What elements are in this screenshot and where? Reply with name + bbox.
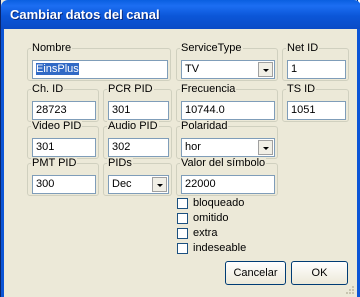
pmt-pid-value: 300 <box>36 178 55 190</box>
ch-id-value: 28723 <box>36 104 67 116</box>
valor-simbolo-group: Valor del símbolo 22000 <box>176 157 278 196</box>
frecuencia-label: Frecuencia <box>180 83 237 96</box>
window-title: Cambiar datos del canal <box>10 7 160 22</box>
valor-simbolo-value: 22000 <box>185 178 216 190</box>
net-id-group: Net ID 1 <box>282 42 349 81</box>
checkbox-box[interactable] <box>177 243 188 254</box>
service-type-label: ServiceType <box>180 42 243 55</box>
dialog-body: Nombre EinsPlus ServiceType TV Net ID 1 … <box>4 29 357 297</box>
pids-value: Dec <box>112 178 132 190</box>
polaridad-group: Polaridad hor <box>176 120 278 159</box>
polaridad-value: hor <box>185 141 201 153</box>
video-pid-group: Video PID 301 <box>27 120 99 159</box>
checkbox-label: bloqueado <box>193 197 245 209</box>
service-type-group: ServiceType TV <box>176 42 278 81</box>
ch-id-input[interactable]: 28723 <box>32 101 96 120</box>
pmt-pid-label: PMT PID <box>31 157 78 170</box>
pids-label: PIDs <box>107 157 133 170</box>
title-bar[interactable]: Cambiar datos del canal <box>1 0 360 29</box>
net-id-input[interactable]: 1 <box>287 60 346 79</box>
service-type-value: TV <box>185 63 200 75</box>
ch-id-label: Ch. ID <box>31 83 65 96</box>
audio-pid-input[interactable]: 302 <box>108 138 169 157</box>
valor-simbolo-label: Valor del símbolo <box>180 157 267 170</box>
polaridad-select[interactable]: hor <box>181 138 275 157</box>
ts-id-value: 1051 <box>291 104 316 116</box>
dialog-window: Cambiar datos del canal Nombre EinsPlus … <box>0 0 360 297</box>
pcr-pid-value: 301 <box>112 104 131 116</box>
checkbox-box[interactable] <box>177 228 188 239</box>
ts-id-label: TS ID <box>286 83 317 96</box>
pmt-pid-input[interactable]: 300 <box>32 175 96 194</box>
checkbox-label: omitido <box>193 212 229 224</box>
pids-group: PIDs Dec <box>103 157 172 196</box>
nombre-group: Nombre EinsPlus <box>27 42 171 81</box>
nombre-label: Nombre <box>31 42 73 55</box>
ch-id-group: Ch. ID 28723 <box>27 83 99 122</box>
checkbox-box[interactable] <box>177 213 188 224</box>
polaridad-label: Polaridad <box>180 120 229 133</box>
chevron-down-icon[interactable] <box>258 62 273 77</box>
service-type-select[interactable]: TV <box>181 60 275 79</box>
audio-pid-label: Audio PID <box>107 120 159 133</box>
frecuencia-value: 10744.0 <box>185 104 225 116</box>
net-id-value: 1 <box>291 63 298 75</box>
resize-grip-icon[interactable] <box>344 284 354 294</box>
valor-simbolo-input[interactable]: 22000 <box>181 175 275 194</box>
pcr-pid-input[interactable]: 301 <box>108 101 169 120</box>
ts-id-group: TS ID 1051 <box>282 83 349 122</box>
net-id-label: Net ID <box>286 42 320 55</box>
frecuencia-group: Frecuencia 10744.0 <box>176 83 278 122</box>
video-pid-value: 301 <box>36 141 55 153</box>
audio-pid-group: Audio PID 302 <box>103 120 172 159</box>
audio-pid-value: 302 <box>112 141 131 153</box>
checkbox-label: extra <box>193 227 218 239</box>
ok-button[interactable]: OK <box>291 261 348 285</box>
pcr-pid-label: PCR PID <box>107 83 154 96</box>
checkbox-box[interactable] <box>177 198 188 209</box>
nombre-input[interactable]: EinsPlus <box>32 60 168 79</box>
nombre-value: EinsPlus <box>36 63 79 75</box>
video-pid-label: Video PID <box>31 120 83 133</box>
chevron-down-icon[interactable] <box>152 177 167 192</box>
checkbox-label: indeseable <box>193 242 247 254</box>
ts-id-input[interactable]: 1051 <box>287 101 346 120</box>
frecuencia-input[interactable]: 10744.0 <box>181 101 275 120</box>
pcr-pid-group: PCR PID 301 <box>103 83 172 122</box>
pids-select[interactable]: Dec <box>108 175 169 194</box>
video-pid-input[interactable]: 301 <box>32 138 96 157</box>
chevron-down-icon[interactable] <box>258 140 273 155</box>
pmt-pid-group: PMT PID 300 <box>27 157 99 196</box>
cancel-button[interactable]: Cancelar <box>225 261 286 285</box>
